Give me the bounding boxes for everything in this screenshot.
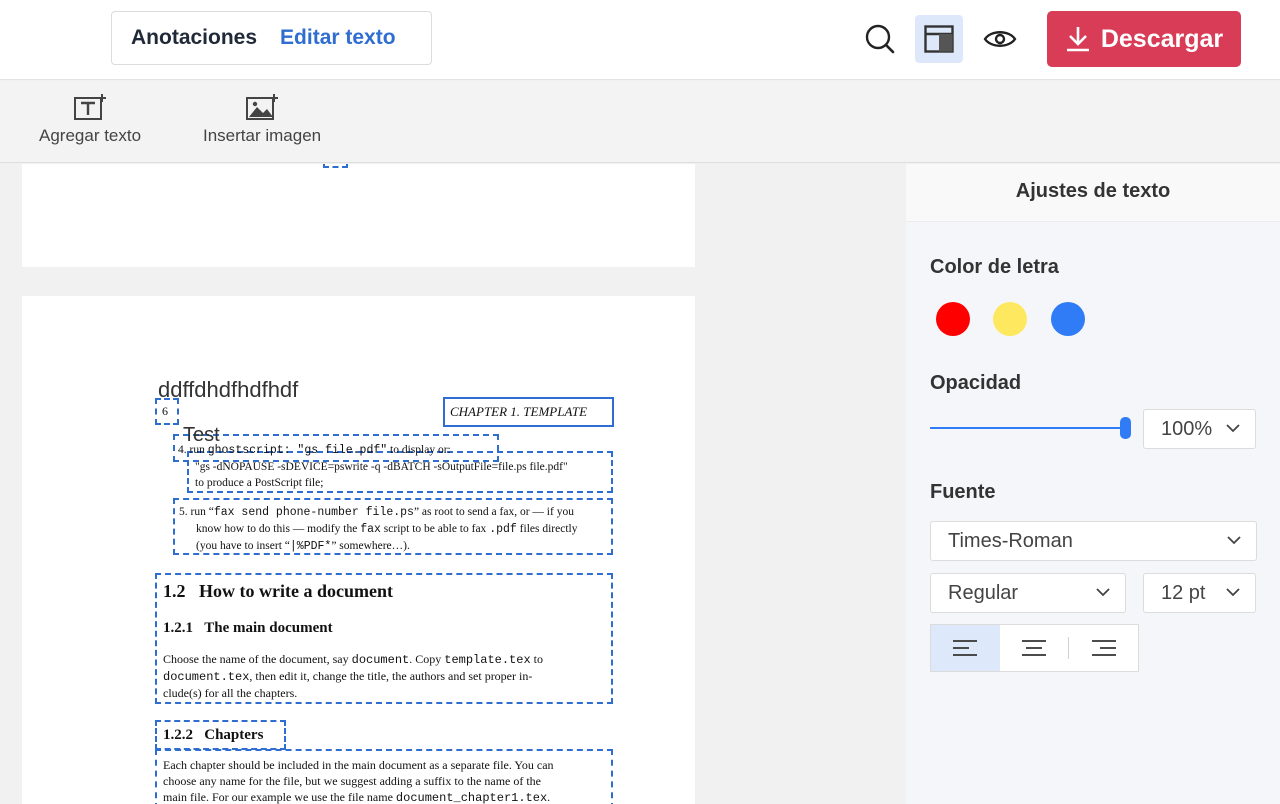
tab-edit-text[interactable]: Editar texto <box>257 26 396 50</box>
layout-toggle-button[interactable] <box>915 15 963 63</box>
opacity-slider-track[interactable] <box>930 427 1126 429</box>
opacity-label: Opacidad <box>930 372 1022 394</box>
add-text-icon <box>74 94 107 120</box>
font-family-select[interactable]: Times-Roman <box>930 521 1257 561</box>
pdf-page-previous <box>22 164 695 267</box>
chevron-down-icon <box>1226 424 1240 433</box>
color-swatch-yellow[interactable] <box>993 302 1027 336</box>
opacity-slider-handle[interactable] <box>1120 417 1131 439</box>
list-item-4: 4. run ghostscript: "gs file.pdf" to dis… <box>178 444 568 489</box>
paragraph-chapters: Each chapter should be included in the m… <box>163 758 554 804</box>
subsection-heading-1: 1.2.1 The main document <box>163 620 333 636</box>
download-icon <box>1066 27 1089 52</box>
font-size-select[interactable]: 12 pt <box>1143 573 1256 613</box>
align-left-button[interactable] <box>931 625 1000 671</box>
text-block-partial[interactable] <box>323 164 348 168</box>
subsection-heading-2: 1.2.2 Chapters <box>163 727 264 743</box>
tab-annotations[interactable]: Anotaciones <box>112 26 257 50</box>
align-left-icon <box>953 640 978 656</box>
edit-toolbar: Agregar texto Insertar imagen <box>0 81 1280 163</box>
add-text-label: Agregar texto <box>39 126 142 145</box>
page-number: 6 <box>162 404 168 418</box>
add-text-button[interactable]: Agregar texto <box>39 93 141 146</box>
font-color-label: Color de letra <box>930 256 1059 278</box>
search-icon <box>865 24 895 54</box>
chevron-down-icon <box>1226 588 1240 597</box>
list-item-5: 5. run “fax send phone-number file.ps” a… <box>179 506 578 553</box>
text-alignment-group <box>930 624 1139 672</box>
insert-image-icon <box>246 94 279 120</box>
layout-panel-icon <box>924 25 954 53</box>
download-button[interactable]: Descargar <box>1047 11 1241 67</box>
document-canvas[interactable]: ddffdhdfhdfhdf 6 CHAPTER 1. TEMPLATE Tes… <box>0 164 906 804</box>
added-text-1[interactable]: ddffdhdfhdfhdf <box>158 377 298 403</box>
insert-image-label: Insertar imagen <box>203 126 322 145</box>
download-label: Descargar <box>1100 24 1224 53</box>
text-settings-panel: Ajustes de texto Color de letra Opacidad… <box>906 164 1280 804</box>
chevron-down-icon <box>1096 588 1110 597</box>
top-bar: Anotaciones Editar texto Descargar <box>0 0 1280 80</box>
insert-image-button[interactable]: Insertar imagen <box>203 93 321 146</box>
search-button[interactable] <box>856 15 904 63</box>
chevron-down-icon <box>1227 536 1241 545</box>
align-center-button[interactable] <box>1000 625 1069 671</box>
opacity-select[interactable]: 100% <box>1143 409 1256 449</box>
preview-button[interactable] <box>976 15 1024 63</box>
chapter-header: CHAPTER 1. TEMPLATE <box>450 404 588 419</box>
align-right-button[interactable] <box>1069 625 1138 671</box>
eye-icon <box>983 31 1017 47</box>
mode-tabs: Anotaciones Editar texto <box>111 11 432 65</box>
color-swatch-blue[interactable] <box>1051 302 1085 336</box>
paragraph-main-document: Choose the name of the document, say doc… <box>163 652 544 700</box>
align-center-icon <box>1022 640 1046 656</box>
font-label: Fuente <box>930 481 996 503</box>
font-style-select[interactable]: Regular <box>930 573 1126 613</box>
align-right-icon <box>1091 640 1116 656</box>
panel-title: Ajustes de texto <box>906 164 1280 222</box>
color-swatch-red[interactable] <box>936 302 970 336</box>
section-heading: 1.2 How to write a document <box>163 581 393 601</box>
pdf-page-current: ddffdhdfhdfhdf 6 CHAPTER 1. TEMPLATE Tes… <box>22 296 695 804</box>
